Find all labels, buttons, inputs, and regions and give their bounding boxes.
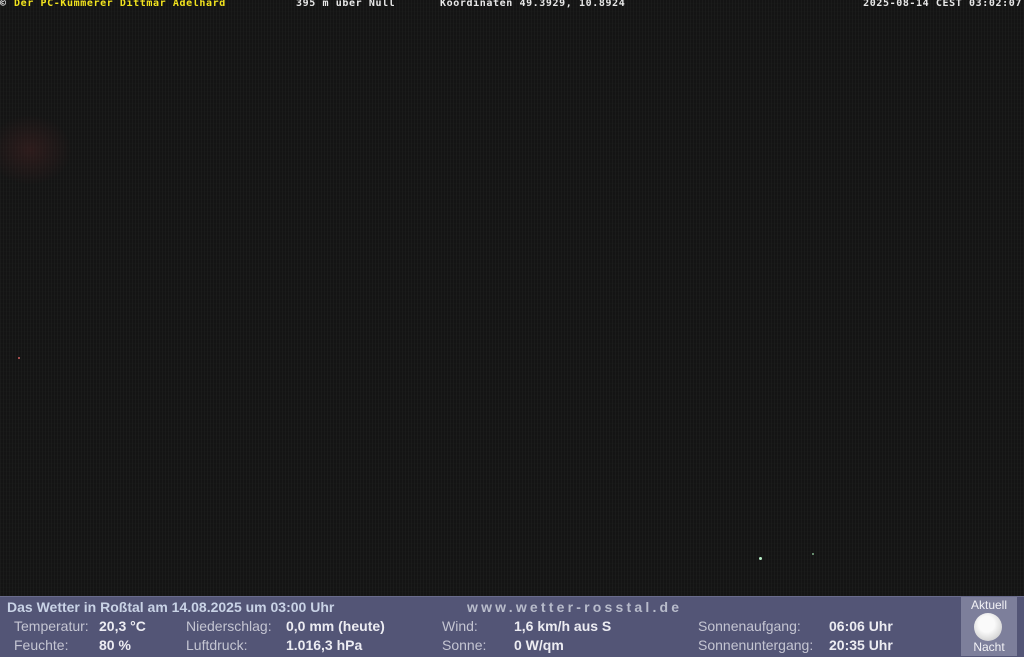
sun-label: Sonne: — [442, 637, 487, 653]
copyright-symbol: © — [0, 0, 7, 9]
pressure-value: 1.016,3 hPa — [286, 637, 363, 653]
light-point — [759, 557, 762, 560]
wind-value: 1,6 km/h aus S — [514, 618, 612, 634]
sun-value: 0 W/qm — [514, 637, 564, 653]
sunset-value: 20:35 Uhr — [829, 637, 893, 653]
moon-phase-box: Aktuell Nacht — [961, 597, 1017, 656]
light-point — [18, 357, 20, 359]
sunrise-label: Sonnenaufgang: — [698, 618, 801, 634]
full-moon-icon — [974, 613, 1002, 641]
moon-night-label: Nacht — [973, 640, 1005, 654]
pressure-label: Luftdruck: — [186, 637, 248, 653]
precip-label: Niederschlag: — [186, 618, 272, 634]
altitude-text: 395 m über Null — [296, 0, 396, 9]
humidity-value: 80 % — [99, 637, 131, 653]
temperature-label: Temperatur: — [14, 618, 89, 634]
moon-current-label: Aktuell — [970, 598, 1008, 612]
weather-headline: Das Wetter in Roßtal am 14.08.2025 um 03… — [7, 599, 335, 615]
coordinates-text: Koordinaten 49.3929, 10.8924 — [440, 0, 626, 9]
wind-label: Wind: — [442, 618, 478, 634]
temperature-value: 20,3 °C — [99, 618, 146, 634]
sunrise-value: 06:06 Uhr — [829, 618, 893, 634]
website-link[interactable]: www.wetter-rosstal.de — [467, 599, 682, 615]
precip-value: 0,0 mm (heute) — [286, 618, 385, 634]
light-point — [812, 553, 814, 555]
weather-panel: Das Wetter in Roßtal am 14.08.2025 um 03… — [0, 596, 1024, 657]
sunset-label: Sonnenuntergang: — [698, 637, 814, 653]
webcam-image — [0, 0, 1024, 596]
timestamp-text: 2025-08-14 CEST 03:02:07 — [863, 0, 1022, 9]
webcam-info-overlay: © Der PC-Kümmerer Dittmar Adelhard 395 m… — [0, 0, 1024, 11]
humidity-label: Feuchte: — [14, 637, 69, 653]
owner-name: Der PC-Kümmerer Dittmar Adelhard — [14, 0, 226, 9]
